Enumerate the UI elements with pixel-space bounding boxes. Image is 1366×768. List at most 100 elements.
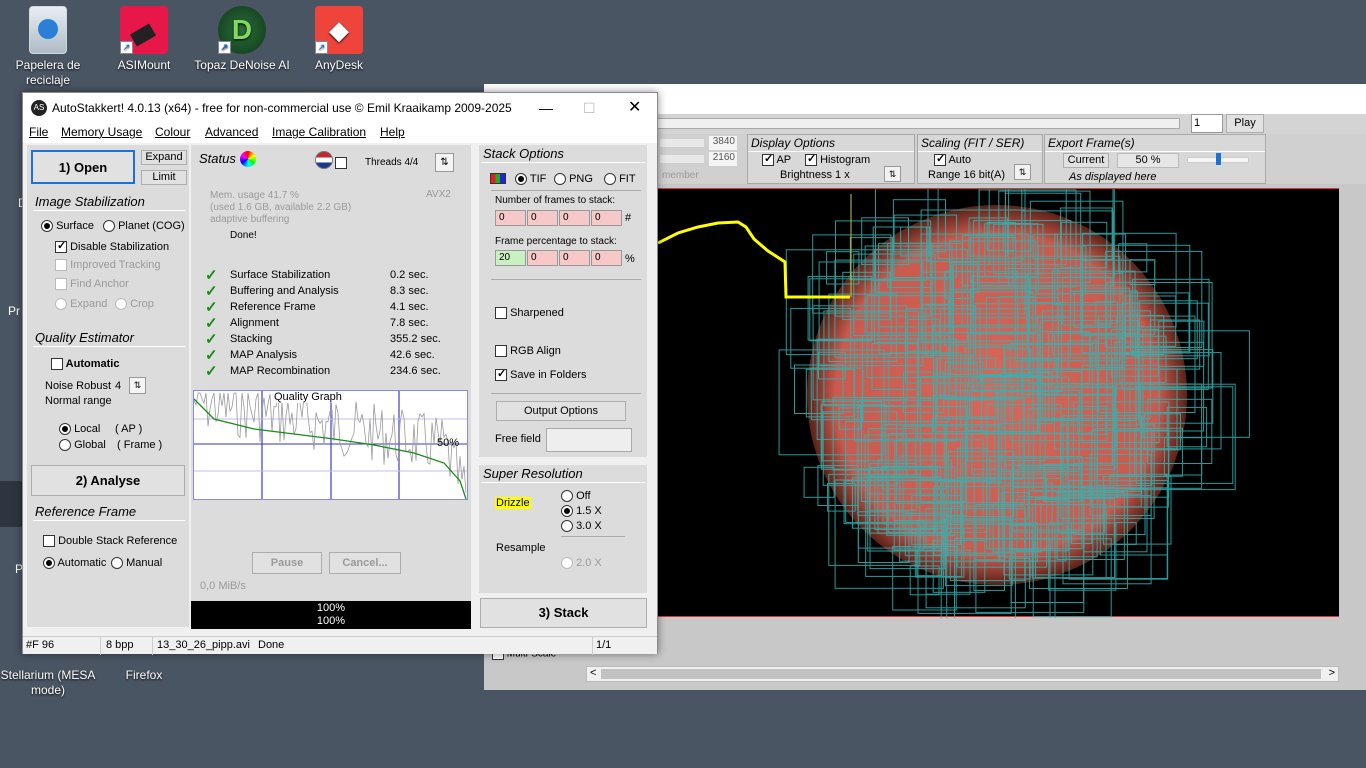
auto-scaling-checkbox[interactable]: Auto (934, 152, 971, 167)
expand-radio[interactable]: Expand (55, 298, 108, 311)
local-ap-label: ( AP ) (115, 423, 143, 435)
automatic-ref-label: Automatic (57, 557, 107, 569)
horizontal-scrollbar[interactable]: < > (586, 666, 1339, 682)
automatic-quality-checkbox[interactable]: Automatic (51, 358, 120, 371)
drizzle-30x-radio[interactable]: 3.0 X (561, 520, 602, 533)
desktop-icon-label: Stellarium (MESA mode) (0, 668, 96, 697)
desktop-icon-topaz[interactable]: D ↗ Topaz DeNoise AI (194, 6, 290, 73)
expand-button[interactable]: Expand (141, 150, 187, 165)
drizzle-15x-radio[interactable]: 1.5 X (561, 505, 602, 518)
brightness-label: Brightness 1 x (780, 169, 850, 181)
as-statusbar: #F 96 8 bpp 13_30_26_pipp.avi Done 1/1 (23, 636, 657, 655)
minimize-icon[interactable]: — (539, 93, 553, 123)
desktop-icon-recycle-bin[interactable]: Papelera de reciclaje (0, 6, 96, 88)
resample-label: Resample (496, 542, 546, 554)
frame-number-input[interactable]: 1 (1191, 114, 1223, 133)
frames-field-1[interactable]: 0 (495, 210, 526, 226)
maximize-icon[interactable]: ☐ (583, 93, 596, 123)
desktop-icon-asimount[interactable]: ↗ ASIMount (96, 6, 192, 73)
save-in-folders-checkbox[interactable]: Save in Folders (495, 367, 587, 382)
histogram-checkbox[interactable]: Histogram (805, 152, 870, 167)
status-title: Status (199, 151, 236, 166)
range-stepper-icon[interactable]: ⇅ (1014, 164, 1031, 180)
double-stack-label: Double Stack Reference (58, 535, 178, 547)
threads-stepper-icon[interactable]: ⇅ (435, 153, 454, 172)
throughput-text: 0,0 MiB/s (200, 580, 246, 592)
resample-20x-radio[interactable]: 2.0 X (561, 557, 602, 570)
frames-field-3[interactable]: 0 (559, 210, 590, 226)
statusbar-bpp: 8 bpp (103, 637, 153, 655)
crop-radio[interactable]: Crop (115, 298, 154, 311)
open-button[interactable]: 1) Open (31, 150, 135, 184)
quality-graph-plot (193, 391, 467, 500)
cancel-button[interactable]: Cancel... (329, 552, 401, 574)
window-title: AutoStakkert! 4.0.13 (x64) - free for no… (52, 101, 512, 115)
local-radio[interactable]: Local (59, 423, 100, 436)
manual-ref-radio[interactable]: Manual (111, 557, 162, 570)
menu-colour[interactable]: Colour (155, 125, 190, 139)
step-time: 42.6 sec. (390, 349, 435, 361)
fit-radio[interactable]: FIT (604, 173, 636, 186)
noise-robust-stepper-icon[interactable]: ⇅ (129, 377, 146, 394)
expand-radio-label: Expand (70, 298, 108, 310)
menu-help[interactable]: Help (380, 125, 405, 139)
drizzle-off-radio[interactable]: Off (561, 490, 591, 503)
tif-radio[interactable]: TIF (515, 173, 546, 186)
output-options-button[interactable]: Output Options (496, 401, 626, 421)
sharpened-checkbox[interactable]: Sharpened (495, 307, 564, 320)
percent-field-1[interactable]: 20 (495, 250, 526, 266)
global-radio[interactable]: Global (59, 439, 106, 452)
double-stack-checkbox[interactable]: Double Stack Reference (43, 535, 178, 548)
png-radio[interactable]: PNG (554, 173, 593, 186)
current-button[interactable]: Current (1063, 153, 1109, 168)
percent-field-2[interactable]: 0 (527, 250, 558, 266)
surface-radio[interactable]: Surface (41, 220, 94, 233)
export-scale-thumb[interactable] (1216, 153, 1221, 165)
find-anchor-checkbox[interactable]: Find Anchor (55, 278, 129, 291)
buffering-text: adaptive buffering (210, 214, 290, 225)
frames-field-4[interactable]: 0 (591, 210, 622, 226)
free-field-input[interactable] (546, 428, 632, 452)
step-name: MAP Recombination (230, 365, 331, 377)
brightness-stepper-icon[interactable]: ⇅ (884, 166, 901, 182)
percent-field-4[interactable]: 0 (591, 250, 622, 266)
desktop-icon-firefox[interactable]: Firefox (96, 654, 192, 683)
desktop-icon-stellarium[interactable]: Stellarium (MESA mode) (0, 654, 96, 698)
flag-checkbox[interactable] (335, 157, 347, 170)
frames-field-2[interactable]: 0 (527, 210, 558, 226)
close-icon[interactable]: ✕ (628, 93, 641, 123)
menu-image-calibration[interactable]: Image Calibration (272, 125, 366, 139)
percent-field-3[interactable]: 0 (559, 250, 590, 266)
step-time: 234.6 sec. (390, 365, 441, 377)
rgb-align-checkbox[interactable]: RGB Align (495, 345, 561, 358)
colour-wheel-icon (240, 151, 256, 167)
menu-memory-usage[interactable]: Memory Usage (61, 125, 142, 139)
desktop-icon-anydesk[interactable]: ◆ ↗ AnyDesk (291, 6, 387, 73)
scroll-right-icon[interactable]: > (1329, 667, 1335, 679)
play-button[interactable]: Play (1226, 114, 1264, 133)
planet-radio[interactable]: Planet (COG) (103, 220, 185, 233)
noise-robust-label: Noise Robust (45, 380, 112, 392)
pause-button[interactable]: Pause (252, 552, 322, 574)
automatic-ref-radio[interactable]: Automatic (43, 557, 107, 570)
ap-checkbox[interactable]: AP (762, 152, 791, 167)
image-canvas[interactable] (657, 167, 1339, 635)
progress-text-1: 100% (316, 602, 346, 614)
desktop-icon-label: ASIMount (117, 58, 171, 72)
menu-file[interactable]: File (29, 125, 48, 139)
fit-label: FIT (619, 173, 636, 185)
scroll-left-icon[interactable]: < (590, 667, 596, 679)
scrollbar-thumb[interactable] (601, 669, 1321, 679)
disable-stabilization-checkbox[interactable]: Disable Stabilization (55, 239, 169, 254)
frame-slider-track[interactable] (644, 118, 1180, 129)
step-name: Buffering and Analysis (230, 285, 339, 297)
menu-advanced[interactable]: Advanced (205, 125, 258, 139)
export-percent-field[interactable]: 50 % (1117, 153, 1179, 168)
solar-image (657, 167, 1250, 635)
improved-tracking-checkbox[interactable]: Improved Tracking (55, 259, 161, 272)
analyse-button[interactable]: 2) Analyse (31, 465, 185, 496)
as-menubar: File Memory Usage Colour Advanced Image … (23, 123, 657, 143)
limit-button[interactable]: Limit (141, 170, 187, 185)
automatic-quality-label: Automatic (65, 358, 120, 370)
stack-button[interactable]: 3) Stack (480, 598, 647, 628)
